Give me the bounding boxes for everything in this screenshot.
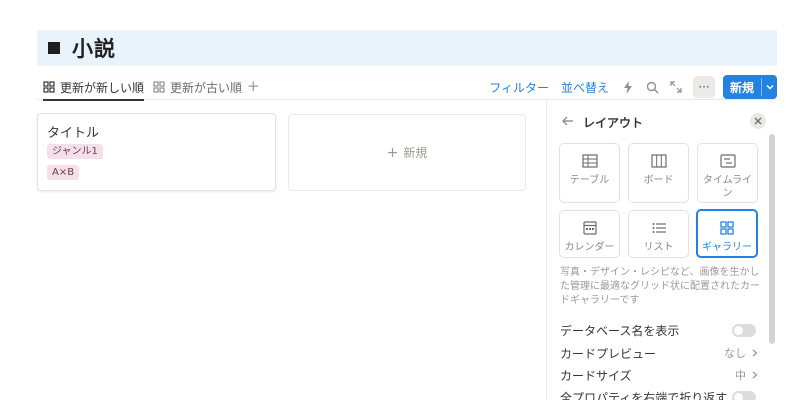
- layout-option-label: テーブル: [569, 175, 610, 186]
- sort-button[interactable]: 並べ替え: [561, 79, 609, 96]
- setting-label: データベース名を表示: [560, 323, 680, 338]
- table-icon: [581, 154, 598, 168]
- filter-button[interactable]: フィルター: [489, 79, 549, 96]
- card-size-value[interactable]: 中: [735, 367, 760, 383]
- layout-option-board[interactable]: ボード: [628, 143, 689, 203]
- search-icon[interactable]: [645, 80, 659, 94]
- setting-wrap-properties[interactable]: 全プロパティを右端で折り返す: [560, 387, 760, 400]
- button-divider: [761, 78, 762, 96]
- layout-option-timeline[interactable]: タイムライン: [697, 143, 758, 203]
- chevron-down-icon[interactable]: [764, 81, 776, 93]
- gallery-icon: [153, 81, 165, 93]
- wrap-properties-toggle[interactable]: [732, 390, 756, 400]
- pairing-tag: A×B: [47, 165, 80, 180]
- lightning-icon[interactable]: [621, 80, 635, 94]
- setting-show-database-name[interactable]: データベース名を表示: [560, 320, 760, 340]
- page-title-bar: 小説: [37, 30, 777, 66]
- layout-option-calendar[interactable]: カレンダー: [559, 210, 620, 258]
- new-button[interactable]: 新規: [723, 75, 777, 99]
- card-preview-value[interactable]: なし: [724, 345, 760, 361]
- list-icon: [652, 223, 666, 233]
- setting-label: カードプレビュー: [560, 346, 657, 361]
- setting-label: カードサイズ: [560, 368, 632, 383]
- board-icon: [650, 154, 667, 168]
- layout-panel: レイアウト テーブル ボード タイムライン カレンダー リスト ギャラリー 写真…: [546, 101, 777, 400]
- layout-option-label: リスト: [643, 242, 674, 253]
- plus-icon: +: [386, 144, 399, 161]
- layout-option-gallery[interactable]: ギャラリー: [696, 209, 758, 258]
- panel-scrollbar[interactable]: [769, 134, 775, 344]
- setting-value: なし: [724, 347, 746, 360]
- setting-card-size[interactable]: カードサイズ 中: [560, 365, 760, 385]
- new-button-label: 新規: [730, 80, 755, 95]
- more-button[interactable]: ···: [693, 76, 715, 98]
- calendar-icon: [582, 221, 597, 235]
- genre-tag: ジャンル1: [47, 144, 103, 159]
- page-icon[interactable]: [48, 42, 60, 54]
- chevron-right-icon: [752, 349, 758, 357]
- tab-label: 更新が新しい順: [60, 80, 145, 95]
- add-view-button[interactable]: +: [247, 77, 260, 95]
- show-database-name-toggle[interactable]: [732, 323, 756, 337]
- layout-option-label: ギャラリー: [702, 242, 752, 253]
- setting-card-preview[interactable]: カードプレビュー なし: [560, 343, 760, 363]
- timeline-icon: [719, 154, 736, 168]
- gallery-card[interactable]: タイトル ジャンル1 A×B: [37, 113, 276, 191]
- card-title: タイトル: [47, 126, 100, 141]
- back-arrow-icon[interactable]: [561, 114, 575, 128]
- layout-option-label: カレンダー: [564, 242, 615, 253]
- layout-option-list[interactable]: リスト: [628, 210, 689, 258]
- close-icon[interactable]: [750, 113, 766, 129]
- panel-title: レイアウト: [583, 116, 644, 130]
- tab-updated-oldest[interactable]: 更新が古い順: [153, 74, 242, 100]
- new-card-button[interactable]: + 新規: [288, 114, 526, 191]
- chevron-right-icon: [752, 371, 758, 379]
- page-title[interactable]: 小説: [72, 33, 116, 63]
- tab-updated-newest[interactable]: 更新が新しい順: [43, 74, 145, 101]
- setting-label: 全プロパティを右端で折り返す: [560, 390, 728, 400]
- gallery-icon: [43, 81, 55, 93]
- layout-option-label: タイムライン: [702, 175, 753, 199]
- layout-option-label: ボード: [643, 175, 674, 186]
- layout-option-table[interactable]: テーブル: [559, 143, 620, 203]
- tab-label: 更新が古い順: [170, 80, 243, 95]
- gallery-icon: [720, 221, 734, 235]
- toolbar-actions: フィルター 並べ替え ··· 新規: [489, 74, 777, 100]
- setting-value: 中: [735, 369, 746, 382]
- layout-description: 写真・デザイン・レシピなど、画像を生かした管理に最適なグリッド状に配置されたカー…: [560, 267, 760, 306]
- new-card-label: 新規: [403, 146, 428, 160]
- view-toolbar: 更新が新しい順 更新が古い順 + フィルター 並べ替え ··· 新規: [37, 74, 777, 101]
- expand-icon[interactable]: [669, 80, 683, 94]
